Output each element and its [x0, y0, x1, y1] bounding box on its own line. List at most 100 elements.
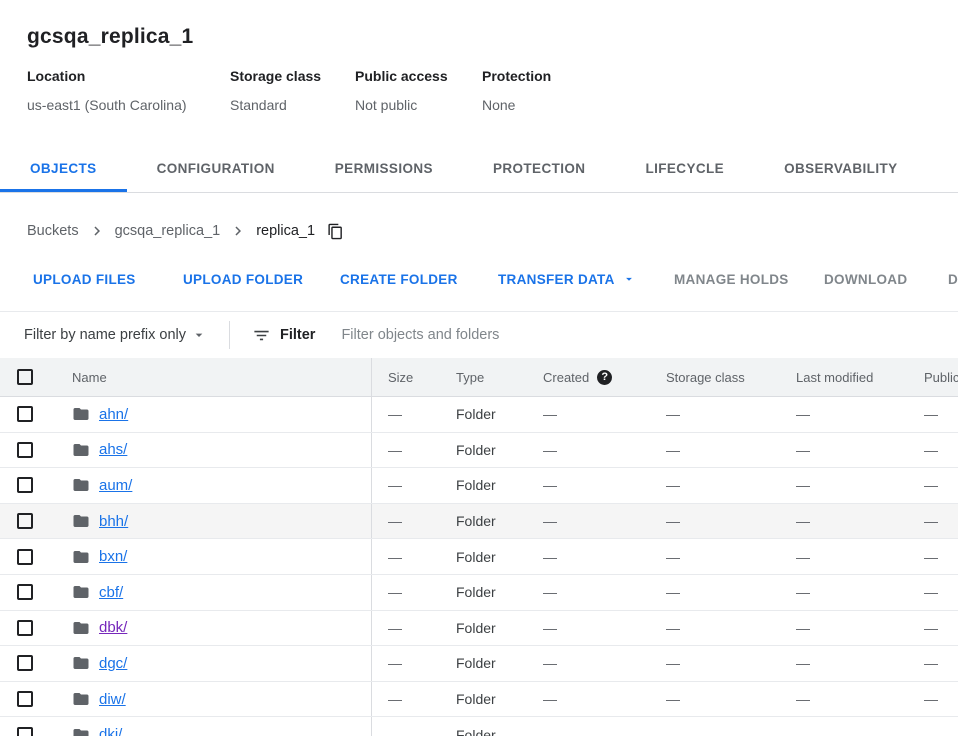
row-size: — — [372, 646, 440, 681]
row-public-access: — — [908, 433, 958, 468]
row-created: — — [527, 646, 650, 681]
filter-objects-input[interactable] — [339, 326, 958, 344]
tab-observability[interactable]: OBSERVABILITY — [754, 144, 927, 192]
table-row: dbk/ — Folder — — — — — [0, 611, 958, 647]
meta-protection: Protection None — [482, 68, 551, 114]
row-type: Folder — [440, 504, 527, 539]
folder-link[interactable]: diw/ — [99, 691, 126, 708]
table-row: bxn/ — Folder — — — — — [0, 539, 958, 575]
folder-link[interactable]: cbf/ — [99, 584, 123, 601]
row-public-access: — — [908, 611, 958, 646]
row-checkbox[interactable] — [17, 727, 33, 736]
folder-link[interactable]: ahs/ — [99, 441, 127, 458]
row-type: Folder — [440, 397, 527, 432]
meta-label: Storage class — [230, 68, 355, 84]
row-type: Folder — [440, 433, 527, 468]
row-created: — — [527, 397, 650, 432]
tab-lifecycle[interactable]: LIFECYCLE — [615, 144, 754, 192]
row-checkbox-cell — [0, 717, 56, 736]
select-all-checkbox[interactable] — [17, 369, 33, 385]
folder-link[interactable]: aum/ — [99, 477, 132, 494]
row-public-access: — — [908, 539, 958, 574]
row-public-access: — — [908, 646, 958, 681]
row-public-access: — — [908, 682, 958, 717]
folder-icon — [72, 583, 90, 601]
manage-holds-button[interactable]: MANAGE HOLDS — [662, 261, 801, 297]
table-row: bhh/ — Folder — — — — — [0, 504, 958, 540]
create-folder-button[interactable]: CREATE FOLDER — [328, 261, 470, 297]
row-type: Folder — [440, 539, 527, 574]
table-row: dki/ — Folder — — — — — [0, 717, 958, 736]
breadcrumb-buckets[interactable]: Buckets — [27, 223, 79, 239]
upload-folder-button[interactable]: UPLOAD FOLDER — [171, 261, 315, 297]
chevron-right-icon — [88, 222, 106, 240]
tab-configuration[interactable]: CONFIGURATION — [127, 144, 305, 192]
row-last-modified: — — [780, 717, 908, 736]
folder-icon — [72, 405, 90, 423]
header-type: Type — [440, 358, 527, 396]
meta-value: Not public — [355, 97, 482, 114]
row-size: — — [372, 575, 440, 610]
filter-scope-dropdown[interactable]: Filter by name prefix only — [24, 327, 207, 343]
row-checkbox[interactable] — [17, 549, 33, 565]
row-type: Folder — [440, 682, 527, 717]
folder-link[interactable]: dbk/ — [99, 619, 127, 636]
folder-link[interactable]: dgc/ — [99, 655, 127, 672]
row-public-access: — — [908, 397, 958, 432]
tab-protection[interactable]: PROTECTION — [463, 144, 616, 192]
row-public-access: — — [908, 717, 958, 736]
row-checkbox-cell — [0, 646, 56, 681]
content-copy-icon[interactable] — [327, 223, 344, 240]
row-checkbox-cell — [0, 433, 56, 468]
row-checkbox[interactable] — [17, 442, 33, 458]
row-created: — — [527, 717, 650, 736]
row-public-access: — — [908, 504, 958, 539]
folder-link[interactable]: dki/ — [99, 726, 122, 736]
row-checkbox[interactable] — [17, 513, 33, 529]
row-last-modified: — — [780, 611, 908, 646]
folder-link[interactable]: bhh/ — [99, 513, 128, 530]
breadcrumb-current-folder: replica_1 — [256, 223, 315, 239]
row-created: — — [527, 468, 650, 503]
row-checkbox[interactable] — [17, 620, 33, 636]
tab-permissions[interactable]: PERMISSIONS — [305, 144, 463, 192]
row-checkbox[interactable] — [17, 691, 33, 707]
row-size: — — [372, 539, 440, 574]
page-title: gcsqa_replica_1 — [27, 24, 934, 49]
header-created: Created ? — [527, 358, 650, 396]
folder-link[interactable]: ahn/ — [99, 406, 128, 423]
row-storage-class: — — [650, 646, 780, 681]
transfer-data-button[interactable]: TRANSFER DATA — [486, 261, 648, 297]
bucket-header: gcsqa_replica_1 Location us-east1 (South… — [0, 0, 958, 114]
row-checkbox[interactable] — [17, 477, 33, 493]
header-name: Name — [56, 358, 372, 396]
upload-files-button[interactable]: UPLOAD FILES — [21, 261, 148, 297]
folder-link[interactable]: bxn/ — [99, 548, 127, 565]
row-name-cell: bxn/ — [56, 539, 372, 574]
row-created: — — [527, 575, 650, 610]
delete-button[interactable]: DELETE — [936, 261, 958, 297]
row-checkbox[interactable] — [17, 655, 33, 671]
meta-label: Public access — [355, 68, 482, 84]
row-size: — — [372, 468, 440, 503]
table-row: ahs/ — Folder — — — — — [0, 433, 958, 469]
table-row: dgc/ — Folder — — — — — [0, 646, 958, 682]
table-row: cbf/ — Folder — — — — — [0, 575, 958, 611]
row-checkbox[interactable] — [17, 584, 33, 600]
dropdown-caret-icon — [191, 327, 207, 343]
row-last-modified: — — [780, 504, 908, 539]
row-name-cell: dki/ — [56, 717, 372, 736]
folder-icon — [72, 654, 90, 672]
row-checkbox-cell — [0, 397, 56, 432]
help-icon[interactable]: ? — [597, 370, 612, 385]
row-created: — — [527, 504, 650, 539]
tab-objects[interactable]: OBJECTS — [0, 144, 127, 192]
row-checkbox[interactable] — [17, 406, 33, 422]
table-row: diw/ — Folder — — — — — [0, 682, 958, 718]
objects-table: Name Size Type Created ? Storage class L… — [0, 358, 958, 736]
table-row: ahn/ — Folder — — — — — [0, 397, 958, 433]
row-checkbox-cell — [0, 611, 56, 646]
row-name-cell: dgc/ — [56, 646, 372, 681]
download-button[interactable]: DOWNLOAD — [812, 261, 919, 297]
breadcrumb-bucket-name[interactable]: gcsqa_replica_1 — [115, 223, 221, 239]
